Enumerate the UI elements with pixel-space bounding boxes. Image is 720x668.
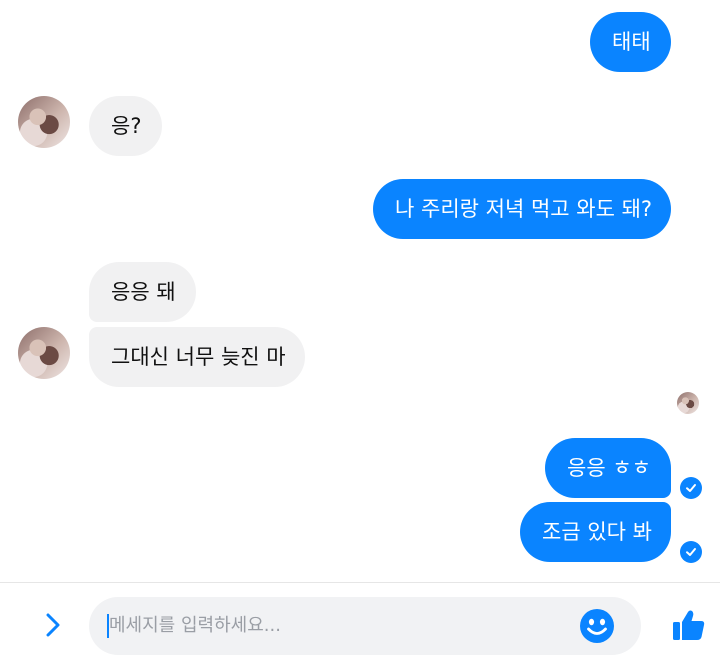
message-text: 조금 있다 봐 [542, 520, 652, 544]
thumbs-up-icon[interactable] [671, 607, 707, 643]
message-text: 태태 [612, 30, 651, 54]
seen-avatar-icon [677, 392, 699, 414]
message-outgoing[interactable]: 응응 ㅎㅎ [545, 438, 671, 498]
message-text: 나 주리랑 저녁 먹고 와도 돼? [395, 197, 653, 221]
message-input-placeholder: 메세지를 입력하세요... [109, 615, 281, 636]
chevron-right-icon[interactable] [38, 610, 68, 640]
check-circle-icon [680, 541, 702, 563]
message-input[interactable]: 메세지를 입력하세요... [89, 597, 641, 655]
message-text: 그대신 너무 늦진 마 [111, 345, 286, 369]
message-text: 응? [111, 114, 142, 138]
message-outgoing[interactable]: 태태 [590, 12, 671, 72]
smiley-face-icon[interactable] [579, 608, 615, 644]
messenger-chat-screen: 태태 응? 나 주리랑 저녁 먹고 와도 돼? 응응 돼 그대신 너무 늦진 마… [0, 0, 720, 668]
check-circle-icon [680, 477, 702, 499]
message-outgoing[interactable]: 조금 있다 봐 [520, 502, 671, 562]
message-incoming[interactable]: 응? [89, 96, 162, 156]
message-outgoing[interactable]: 나 주리랑 저녁 먹고 와도 돼? [373, 179, 671, 239]
message-composer: 메세지를 입력하세요... [0, 583, 720, 668]
message-text: 응응 돼 [111, 280, 176, 304]
contact-avatar[interactable] [18, 327, 70, 379]
message-incoming[interactable]: 그대신 너무 늦진 마 [89, 327, 305, 387]
conversation-thread[interactable]: 태태 응? 나 주리랑 저녁 먹고 와도 돼? 응응 돼 그대신 너무 늦진 마… [0, 0, 720, 582]
message-text: 응응 ㅎㅎ [567, 456, 651, 480]
message-incoming[interactable]: 응응 돼 [89, 262, 196, 322]
contact-avatar[interactable] [18, 96, 70, 148]
